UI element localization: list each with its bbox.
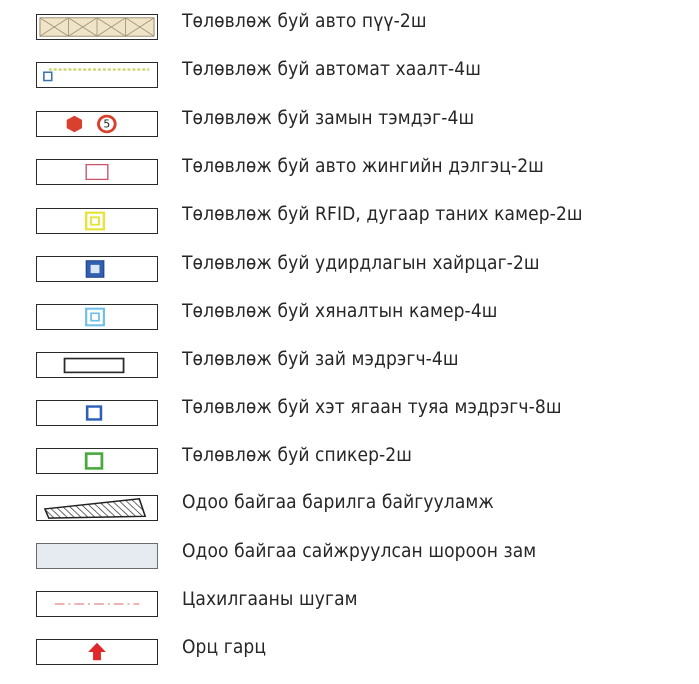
- legend-label: Төлөвлөж буй спикер-2ш: [182, 444, 413, 466]
- legend-label: Төлөвлөж буй удирдлагын хайрцаг-2ш: [182, 252, 540, 274]
- legend-label: Одоо байгаа сайжруулсан шороон зам: [182, 540, 537, 562]
- legend-label: Төлөвлөж буй RFID, дугаар таних камер-2ш: [182, 203, 583, 225]
- gravel-road-icon: [36, 543, 158, 569]
- legend-label: Одоо байгаа барилга байгууламж: [182, 491, 494, 513]
- load-sensor-icon: [36, 352, 158, 378]
- legend-item: Орц гарц: [0, 0, 699, 665]
- traffic-display-icon: [36, 159, 158, 185]
- legend-label: Орц гарц: [182, 636, 267, 658]
- legend-label: Төлөвлөж буй хэт ягаан туяа мэдрэгч-8ш: [182, 396, 562, 418]
- legend-label: Төлөвлөж буй авто жингийн дэлгэц-2ш: [182, 155, 544, 177]
- legend-label: Төлөвлөж буй хяналтын камер-4ш: [182, 300, 498, 322]
- legend-label: Төлөвлөж буй автомат хаалт-4ш: [182, 58, 481, 80]
- automatic-barrier-icon: [36, 62, 158, 88]
- infrared-sensor-icon: [36, 400, 158, 426]
- legend-label: Төлөвлөж буй замын тэмдэг-4ш: [182, 107, 475, 129]
- legend-label: Төлөвлөж буй зай мэдрэгч-4ш: [182, 348, 459, 370]
- svg-text:5: 5: [103, 119, 110, 131]
- legend: Төлөвлөж буй авто пүү-2ш Төлөвлөж буй авт…: [0, 0, 699, 684]
- control-box-icon: [36, 256, 158, 282]
- speaker-icon: [36, 448, 158, 474]
- road-sign-icon: 5: [36, 111, 158, 137]
- rfid-camera-icon: [36, 208, 158, 234]
- existing-building-icon: [36, 495, 158, 521]
- legend-label: Цахилгааны шугам: [182, 588, 358, 610]
- entry-exit-arrow-icon: [36, 639, 158, 665]
- surveillance-camera-icon: [36, 304, 158, 330]
- power-line-icon: [36, 591, 158, 617]
